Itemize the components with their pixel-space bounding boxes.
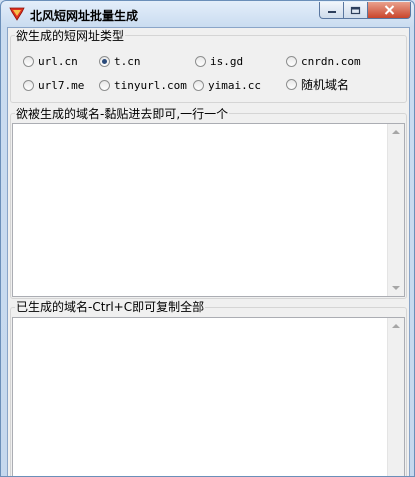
maximize-icon: [350, 6, 361, 14]
radio-cnrdn-com-indicator[interactable]: [286, 55, 297, 67]
radio-t-cn[interactable]: t.cn: [99, 54, 141, 68]
input-scrollbar[interactable]: [387, 124, 404, 296]
output-scrollbar[interactable]: [387, 318, 404, 476]
radio-yimai-cc-label[interactable]: yimai.cc: [208, 79, 261, 92]
radio-url-cn-indicator[interactable]: [23, 55, 34, 67]
radio-tinyurl-com[interactable]: tinyurl.com: [99, 78, 187, 92]
red-heart-shield-icon: [9, 7, 25, 21]
radio-t-cn-label[interactable]: t.cn: [114, 55, 141, 68]
radio-random-domain-indicator[interactable]: [286, 78, 297, 90]
close-button[interactable]: [368, 2, 411, 19]
scroll-down-arrow-icon[interactable]: [392, 286, 400, 290]
radio-url-cn-label[interactable]: url.cn: [38, 55, 78, 68]
radio-tinyurl-com-label[interactable]: tinyurl.com: [114, 79, 187, 92]
radio-yimai-cc[interactable]: yimai.cc: [193, 78, 261, 92]
maximize-button[interactable]: [344, 2, 368, 19]
scroll-up-arrow-icon[interactable]: [392, 130, 400, 134]
radio-tinyurl-com-indicator[interactable]: [99, 79, 110, 91]
radio-random-domain-label[interactable]: 随机域名: [301, 76, 349, 93]
radio-is-gd-label[interactable]: is.gd: [210, 55, 243, 68]
output-group-label: 已生成的域名-Ctrl+C即可复制全部: [15, 300, 206, 314]
radio-cnrdn-com-label[interactable]: cnrdn.com: [301, 55, 361, 68]
radio-is-gd-indicator[interactable]: [195, 55, 206, 67]
input-domains-textarea[interactable]: [12, 123, 405, 297]
minimize-button[interactable]: [319, 2, 344, 19]
minimize-icon: [327, 11, 336, 13]
client-area: 欲生成的短网址类型 url.cn t.cn is.gd cnrdn.com ur…: [7, 27, 410, 476]
radio-url7-me[interactable]: url7.me: [23, 78, 84, 92]
radio-t-cn-indicator[interactable]: [99, 55, 110, 67]
url-type-group: [10, 35, 407, 103]
radio-url7-me-indicator[interactable]: [23, 79, 34, 91]
radio-cnrdn-com[interactable]: cnrdn.com: [286, 54, 361, 68]
close-icon: [384, 5, 394, 15]
scroll-up-arrow-icon[interactable]: [392, 324, 400, 328]
window-title: 北风短网址批量生成: [30, 9, 139, 23]
url-type-group-label: 欲生成的短网址类型: [15, 29, 126, 43]
radio-is-gd[interactable]: is.gd: [195, 54, 243, 68]
input-group-label: 欲被生成的域名-黏贴进去即可,一行一个: [15, 107, 230, 121]
app-window: 北风短网址批量生成 欲生成的短网址类型 url.cn t.cn is.gd cn…: [0, 0, 415, 477]
radio-random-domain[interactable]: 随机域名: [286, 76, 349, 93]
radio-url-cn[interactable]: url.cn: [23, 54, 78, 68]
output-domains-textarea[interactable]: [12, 317, 405, 476]
radio-yimai-cc-indicator[interactable]: [193, 79, 204, 91]
radio-url7-me-label[interactable]: url7.me: [38, 79, 84, 92]
title-bar[interactable]: 北风短网址批量生成: [1, 1, 414, 27]
